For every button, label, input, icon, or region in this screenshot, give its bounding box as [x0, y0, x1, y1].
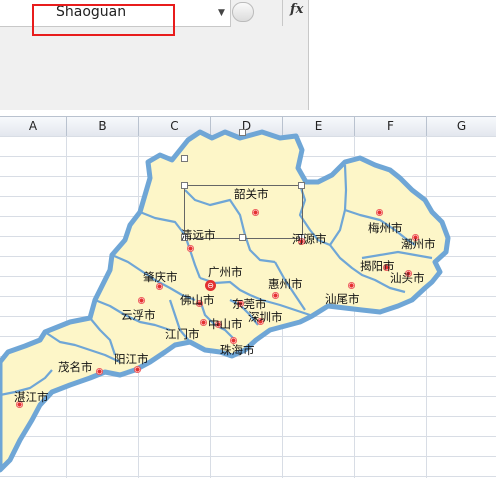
city-label-huizhou: 惠州市 — [268, 277, 303, 291]
city-label-chaozhou: 潮州市 — [401, 237, 436, 251]
city-marker — [348, 282, 355, 289]
city-marker — [187, 245, 194, 252]
city-label-yunfu: 云浮市 — [121, 308, 156, 322]
city-marker — [138, 297, 145, 304]
city-marker — [134, 366, 141, 373]
city-label-guangzhou: 广州市 — [208, 265, 243, 279]
city-label-yangjiang: 阳江市 — [114, 352, 149, 366]
city-label-zhaoqing: 肇庆市 — [143, 270, 178, 284]
capital-marker-icon: ⊖ — [205, 280, 216, 291]
city-marker — [272, 292, 279, 299]
city-label-shanwei: 汕尾市 — [325, 292, 360, 306]
city-marker — [252, 209, 259, 216]
resize-handle[interactable] — [239, 129, 246, 136]
city-label-heyuan: 河源市 — [292, 232, 327, 246]
city-label-qingyuan: 清远市 — [181, 228, 216, 242]
city-label-shenzhen: 深圳市 — [248, 310, 283, 324]
city-label-maoming: 茂名市 — [58, 360, 93, 374]
city-label-jiangmen: 江门市 — [165, 327, 200, 341]
city-label-shaoguan: 韶关市 — [234, 187, 269, 201]
resize-handle[interactable] — [298, 182, 305, 189]
resize-handle[interactable] — [181, 182, 188, 189]
city-label-meizhou: 梅州市 — [368, 221, 403, 235]
city-label-zhanjiang: 湛江市 — [14, 390, 49, 404]
city-marker — [200, 319, 207, 326]
resize-handle[interactable] — [181, 155, 188, 162]
city-label-shantou: 汕头市 — [390, 271, 425, 285]
province-outline — [0, 129, 451, 473]
city-label-foshan: 佛山市 — [180, 293, 215, 307]
city-label-zhongshan: 中山市 — [208, 317, 243, 331]
city-marker — [376, 209, 383, 216]
city-marker — [96, 368, 103, 375]
city-label-zhuhai: 珠海市 — [220, 343, 255, 357]
resize-handle[interactable] — [239, 234, 246, 241]
